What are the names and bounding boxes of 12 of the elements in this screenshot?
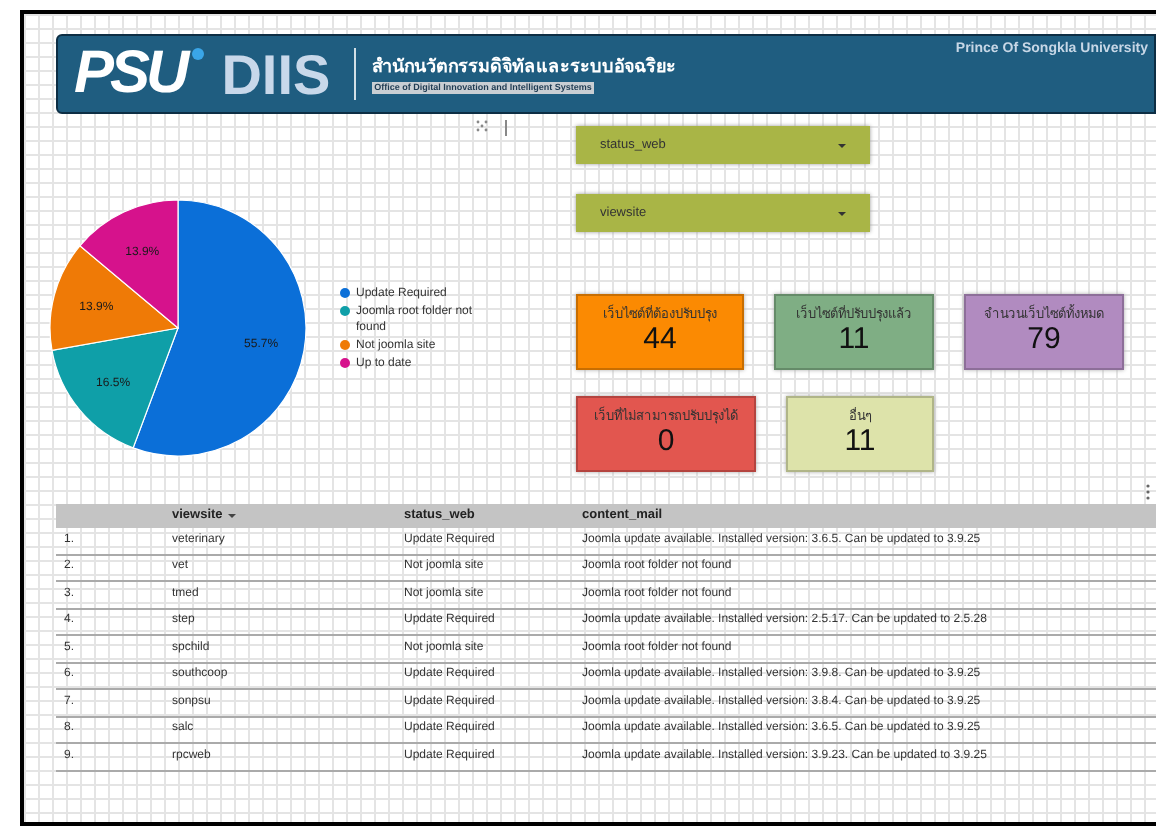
caret-icon	[838, 211, 846, 215]
scorecard-value: 11	[844, 426, 876, 458]
scorecard-value: 44	[643, 324, 677, 356]
scorecard-value: 0	[657, 426, 675, 458]
scorecard-value: 11	[838, 324, 870, 356]
grid-icon[interactable]	[476, 120, 488, 132]
org-name: สำนักนวัตกรรมดิจิทัลและระบบอัจฉริยะ	[372, 55, 677, 77]
caret-icon	[838, 143, 846, 147]
diis-logo: DIIS	[221, 48, 331, 104]
divider-icon	[504, 120, 508, 136]
psu-logo: PSU	[74, 44, 186, 104]
scorecard-value: 79	[1027, 324, 1061, 356]
